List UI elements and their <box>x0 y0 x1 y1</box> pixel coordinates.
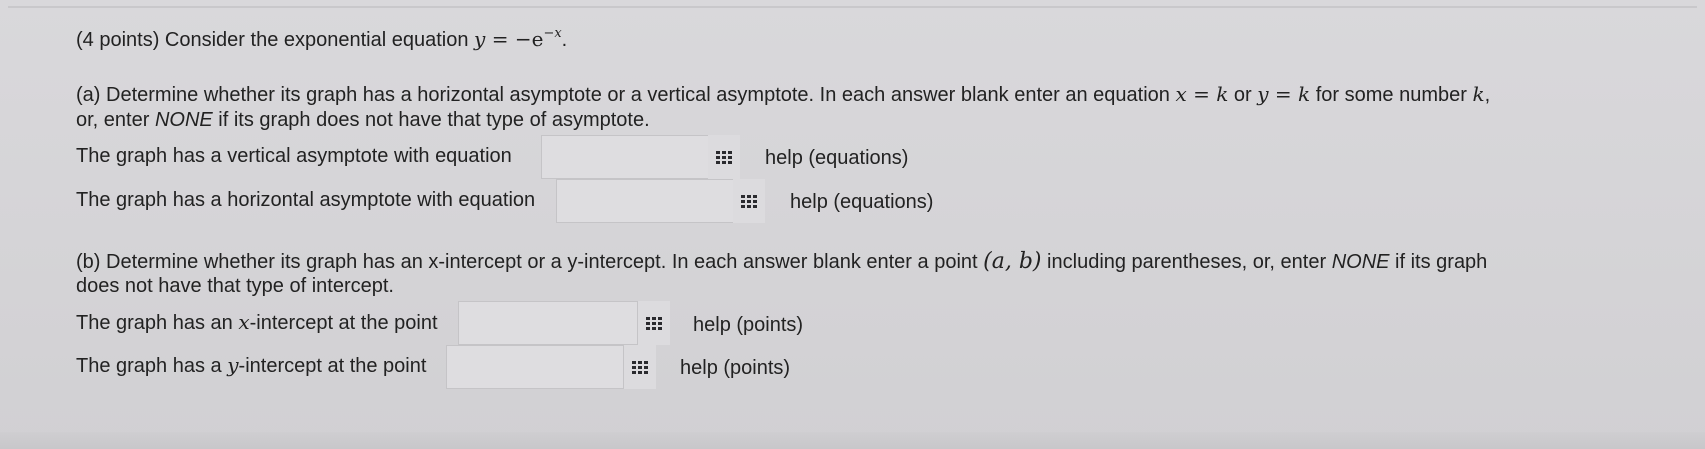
bottom-divider <box>0 432 1705 449</box>
problem-header: (4 points) Consider the exponential equa… <box>76 26 568 51</box>
point-editor-icon <box>646 316 662 330</box>
point-editor-icon <box>632 360 648 374</box>
x-intercept-label: The graph has an x-intercept at the poin… <box>76 310 438 334</box>
part-b-intro-line2: does not have that type of intercept. <box>76 275 394 297</box>
vertical-help-link[interactable]: help (equations) <box>765 146 908 170</box>
y-intercept-help-link[interactable]: help (points) <box>680 356 790 380</box>
vertical-equation-picker[interactable] <box>708 135 740 179</box>
horizontal-equation-picker[interactable] <box>733 179 765 223</box>
equation-editor-icon <box>716 150 732 164</box>
top-divider <box>8 6 1697 8</box>
part-a-intro-line2: or, enter NONE if its graph does not hav… <box>76 109 650 131</box>
equation-editor-icon <box>741 194 757 208</box>
y-intercept-input[interactable] <box>446 345 624 389</box>
x-intercept-help-link[interactable]: help (points) <box>693 313 803 337</box>
vertical-asymptote-label: The graph has a vertical asymptote with … <box>76 145 512 167</box>
header-equation: y = −e−x <box>474 26 562 51</box>
horizontal-asymptote-input[interactable] <box>556 179 734 223</box>
y-intercept-label: The graph has a y-intercept at the point <box>76 353 427 377</box>
horizontal-asymptote-label: The graph has a horizontal asymptote wit… <box>76 189 536 211</box>
x-intercept-picker[interactable] <box>638 301 670 345</box>
part-b-intro-line1: (b) Determine whether its graph has an x… <box>76 249 1488 274</box>
part-a-intro-line1: (a) Determine whether its graph has a ho… <box>76 82 1491 106</box>
y-intercept-picker[interactable] <box>624 345 656 389</box>
vertical-asymptote-input[interactable] <box>541 135 709 179</box>
x-intercept-input[interactable] <box>458 301 638 345</box>
header-text: (4 points) Consider the exponential equa… <box>76 29 475 51</box>
horizontal-help-link[interactable]: help (equations) <box>790 190 933 214</box>
